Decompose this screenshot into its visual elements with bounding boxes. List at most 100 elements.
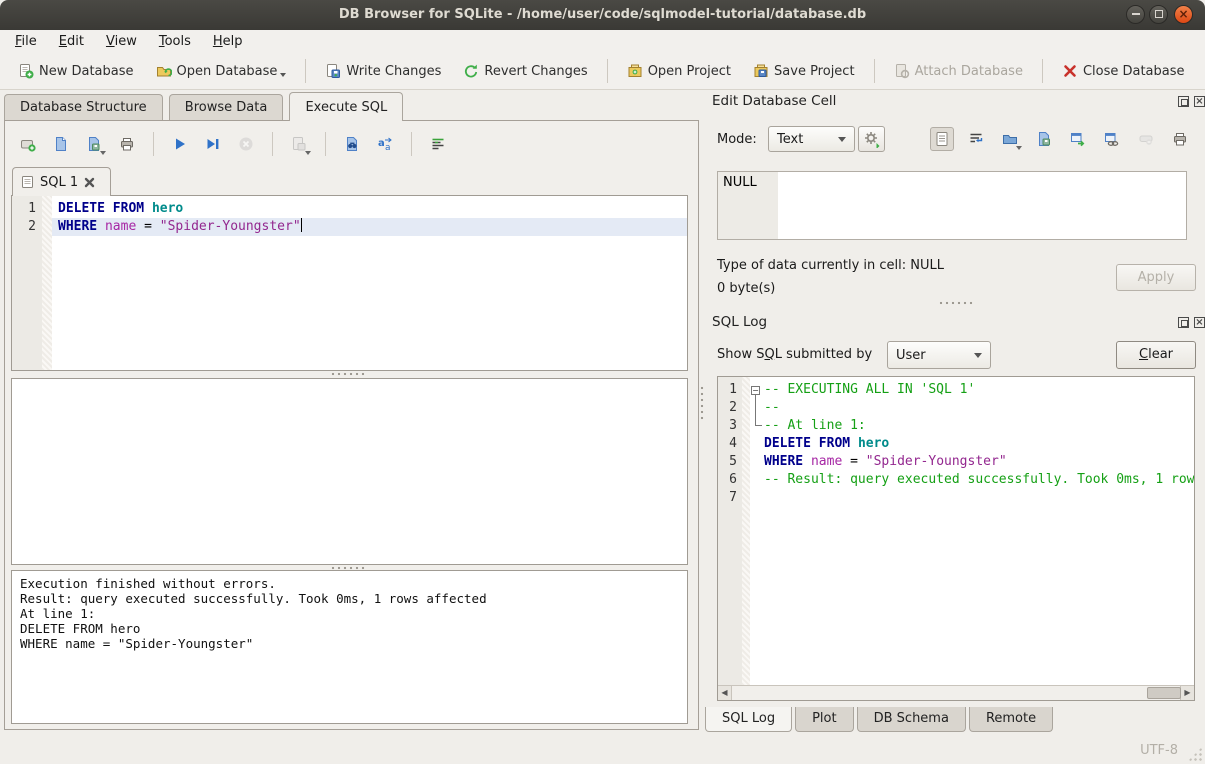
toolbar-separator (411, 132, 412, 156)
editor-line-numbers: 12 (12, 196, 42, 370)
tab-plot[interactable]: Plot (795, 707, 854, 732)
editor-results-splitter[interactable] (330, 372, 366, 376)
open-database-icon (156, 63, 172, 79)
attach-database-icon (894, 63, 910, 79)
dock-splitter[interactable] (938, 301, 974, 305)
import-dropdown-icon[interactable] (1016, 146, 1022, 150)
toolbar-separator (1042, 59, 1043, 83)
svg-text:a: a (385, 143, 391, 152)
scrollbar-track[interactable] (732, 686, 1180, 700)
scroll-right-icon[interactable]: ▶ (1180, 686, 1194, 700)
save-sql-file-button[interactable] (82, 132, 106, 156)
sql-log-dock-buttons: × (1178, 317, 1205, 328)
toolbar-separator (874, 59, 875, 83)
encoding-indicator[interactable]: UTF-8 (1140, 743, 1178, 758)
dock-float-icon[interactable] (1178, 96, 1189, 107)
sql-log-filter-select[interactable]: User (887, 341, 991, 369)
tab-sql-log[interactable]: SQL Log (705, 707, 792, 732)
revert-changes-label: Revert Changes (484, 64, 587, 79)
text-mode-button[interactable] (930, 127, 954, 151)
mode-select[interactable]: Text (768, 126, 855, 152)
sql-log-dock-title: SQL Log (712, 314, 767, 330)
tab-remote[interactable]: Remote (969, 707, 1053, 732)
sql-document-tab[interactable]: SQL 1 (12, 167, 111, 196)
menu-edit[interactable]: Edit (48, 32, 95, 51)
sql-file-icon (21, 175, 34, 189)
word-wrap-toggle-icon[interactable] (426, 132, 450, 156)
window-title: DB Browser for SQLite - /home/user/code/… (0, 0, 1205, 30)
minimize-button[interactable] (1126, 5, 1145, 24)
fold-guide-line (755, 395, 756, 426)
tab-database-structure[interactable]: Database Structure (4, 94, 163, 121)
log-horizontal-scrollbar[interactable]: ◀ ▶ (718, 685, 1194, 700)
revert-changes-button[interactable]: Revert Changes (455, 58, 595, 84)
dock-float-icon[interactable] (1178, 317, 1189, 328)
save-results-button[interactable] (287, 132, 311, 156)
print-button[interactable] (115, 132, 139, 156)
app-window: DB Browser for SQLite - /home/user/code/… (0, 0, 1205, 764)
word-wrap-button[interactable] (964, 127, 988, 151)
dock-close-icon[interactable]: × (1194, 317, 1205, 328)
menu-view[interactable]: View (95, 32, 148, 51)
mode-label: Mode: (717, 132, 757, 147)
new-sql-tab-button[interactable] (16, 132, 40, 156)
save-project-icon (753, 63, 769, 79)
scroll-left-icon[interactable]: ◀ (718, 686, 732, 700)
sql-log-view[interactable]: 1234567 − -- EXECUTING ALL IN 'SQL 1'---… (717, 376, 1195, 701)
save-sql-dropdown-icon[interactable] (100, 151, 106, 155)
sql-tab-close-icon[interactable] (84, 177, 95, 188)
new-database-icon (18, 63, 34, 79)
save-results-dropdown-icon[interactable] (305, 151, 311, 155)
open-project-label: Open Project (648, 64, 731, 79)
import-data-button[interactable] (998, 127, 1022, 151)
log-gutter-strip (742, 377, 750, 685)
close-database-button[interactable]: Close Database (1054, 58, 1193, 84)
apply-button[interactable]: Apply (1116, 264, 1196, 291)
export-data-button[interactable] (1032, 127, 1056, 151)
new-database-button[interactable]: New Database (10, 58, 142, 84)
stop-execution-button[interactable] (234, 132, 258, 156)
clear-log-button[interactable]: Clear (1116, 341, 1196, 369)
svg-text:a: a (378, 138, 385, 149)
print-cell-button[interactable] (1168, 127, 1192, 151)
results-grid-pane (11, 378, 688, 565)
tab-execute-sql[interactable]: Execute SQL (289, 92, 403, 121)
attach-database-button[interactable]: Attach Database (886, 58, 1031, 84)
fold-collapse-icon[interactable]: − (751, 386, 760, 395)
tab-browse-data[interactable]: Browse Data (169, 94, 284, 121)
edit-cell-dock-buttons: × (1178, 96, 1205, 107)
editor-code[interactable]: DELETE FROM heroWHERE name = "Spider-You… (52, 196, 687, 370)
set-null-button[interactable] (1134, 127, 1158, 151)
menu-help[interactable]: Help (202, 32, 254, 51)
title-bar[interactable]: DB Browser for SQLite - /home/user/code/… (0, 0, 1205, 30)
fold-guide-corner (755, 425, 762, 426)
open-project-button[interactable]: Open Project (619, 58, 739, 84)
save-project-button[interactable]: Save Project (745, 58, 863, 84)
main-vertical-splitter[interactable] (700, 385, 704, 421)
cell-value-text: NULL (723, 175, 757, 190)
cell-value-editor[interactable]: NULL (717, 171, 1187, 240)
write-changes-button[interactable]: Write Changes (317, 58, 449, 84)
execute-all-button[interactable] (168, 132, 192, 156)
open-sql-file-button[interactable] (49, 132, 73, 156)
tab-db-schema[interactable]: DB Schema (857, 707, 966, 732)
dock-close-icon[interactable]: × (1194, 96, 1205, 107)
scrollbar-thumb[interactable] (1147, 687, 1181, 699)
find-replace-button[interactable] (340, 132, 364, 156)
link-data-button[interactable] (1100, 127, 1124, 151)
write-changes-label: Write Changes (346, 64, 441, 79)
close-button[interactable]: × (1174, 5, 1193, 24)
toolbar-separator (607, 59, 608, 83)
auto-format-button[interactable]: aa (373, 132, 397, 156)
execute-current-line-button[interactable] (201, 132, 225, 156)
sql-editor[interactable]: 12 DELETE FROM heroWHERE name = "Spider-… (11, 195, 688, 371)
menu-tools[interactable]: Tools (148, 32, 202, 51)
menu-file[interactable]: File (4, 32, 48, 51)
open-database-button[interactable]: Open Database (148, 58, 295, 84)
maximize-button[interactable] (1149, 5, 1168, 24)
auto-apply-settings-button[interactable] (858, 126, 885, 152)
resize-grip[interactable] (1188, 747, 1202, 761)
open-database-dropdown-icon[interactable] (280, 73, 286, 77)
sql-log-filter-value: User (896, 348, 926, 363)
open-in-external-button[interactable] (1066, 127, 1090, 151)
